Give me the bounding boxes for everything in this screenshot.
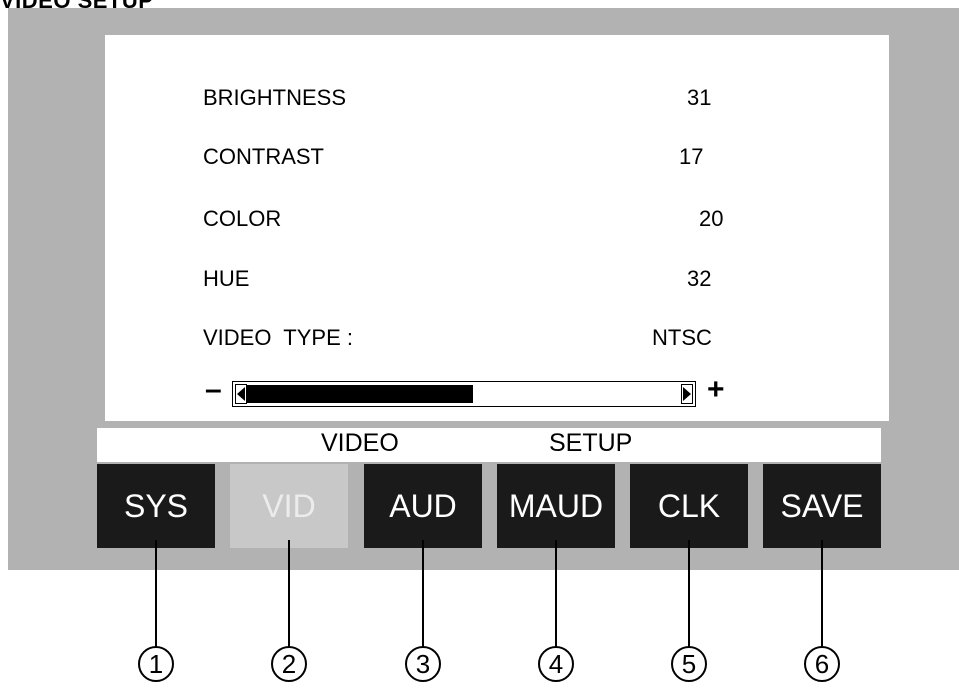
brightness-value: 31 — [687, 85, 712, 110]
hue-label: HUE — [203, 266, 250, 291]
color-value: 20 — [699, 206, 724, 231]
sys-button[interactable]: SYS — [97, 464, 215, 548]
increase-icon[interactable]: + — [707, 375, 725, 405]
color-label: COLOR — [203, 206, 282, 231]
video-type-label: VIDEO TYPE : — [203, 325, 353, 350]
callout-line-6 — [821, 540, 823, 648]
callout-line-5 — [688, 540, 690, 648]
vid-button[interactable]: VID — [230, 464, 348, 548]
slider-fill — [247, 385, 473, 403]
menu-title-setup: SETUP — [549, 429, 633, 457]
save-button[interactable]: SAVE — [763, 464, 881, 548]
callout-5: 5 — [671, 646, 707, 682]
callout-6: 6 — [804, 646, 840, 682]
maud-button[interactable]: MAUD — [497, 464, 615, 548]
osd-screen: BRIGHTNESS 31 CONTRAST 17 COLOR 20 HUE 3… — [105, 35, 889, 421]
menu-title-video: VIDEO — [321, 429, 399, 457]
callout-4: 4 — [538, 646, 574, 682]
callout-line-1 — [155, 540, 157, 648]
contrast-value: 17 — [679, 144, 704, 169]
callout-line-2 — [288, 540, 290, 648]
slider-left-arrow-icon[interactable] — [235, 384, 247, 404]
hue-value: 32 — [687, 266, 712, 291]
level-slider[interactable] — [232, 381, 696, 407]
callout-1: 1 — [138, 646, 174, 682]
callout-2: 2 — [271, 646, 307, 682]
menu-title-bar: VIDEO SETUP — [97, 428, 881, 462]
decrease-icon[interactable]: – — [205, 375, 222, 405]
callout-line-3 — [422, 540, 424, 648]
aud-button[interactable]: AUD — [364, 464, 482, 548]
callout-3: 3 — [405, 646, 441, 682]
video-type-value[interactable]: NTSC — [652, 327, 712, 349]
callout-line-4 — [555, 540, 557, 648]
brightness-label: BRIGHTNESS — [203, 85, 347, 110]
clk-button[interactable]: CLK — [630, 464, 748, 548]
contrast-label: CONTRAST — [203, 144, 324, 169]
slider-right-arrow-icon[interactable] — [681, 384, 693, 404]
